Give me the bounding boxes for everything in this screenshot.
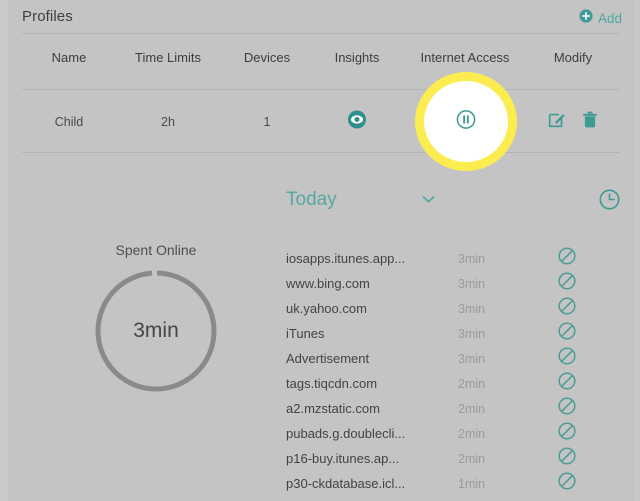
visited-sites-list: iosapps.itunes.app... 3min www.bing.com 3mi… xyxy=(286,246,620,496)
profile-name: Child xyxy=(54,115,84,129)
block-icon xyxy=(558,247,576,270)
site-name: www.bing.com xyxy=(286,276,370,291)
block-site-button[interactable] xyxy=(554,397,580,420)
list-item: www.bing.com 3min xyxy=(286,271,620,296)
column-header-insights: Insights xyxy=(334,50,380,65)
block-site-button[interactable] xyxy=(554,297,580,320)
site-time: 3min xyxy=(458,326,486,341)
page-right-edge xyxy=(634,0,640,501)
site-time: 3min xyxy=(458,351,486,366)
block-site-button[interactable] xyxy=(554,422,580,445)
edit-icon[interactable] xyxy=(548,111,566,133)
plus-circle-icon xyxy=(579,9,593,28)
block-icon xyxy=(558,447,576,470)
site-name: p30-ckdatabase.icl... xyxy=(286,476,406,491)
site-time: 3min xyxy=(458,301,486,316)
table-row: Child 2h 1 xyxy=(22,110,620,136)
site-time: 2min xyxy=(458,376,486,391)
site-time: 2min xyxy=(458,401,486,416)
block-site-button[interactable] xyxy=(554,247,580,270)
page-left-edge xyxy=(0,0,8,501)
block-site-button[interactable] xyxy=(554,347,580,370)
profiles-header: Profiles Add xyxy=(22,8,622,36)
block-icon xyxy=(558,372,576,395)
spent-online-title: Spent Online xyxy=(115,242,197,258)
profiles-table-header: Name Time Limits Devices Insights Intern… xyxy=(22,50,620,72)
list-item: p16-buy.itunes.ap... 2min xyxy=(286,446,620,471)
column-header-devices: Devices xyxy=(243,50,291,65)
pause-internet-button[interactable] xyxy=(456,109,476,134)
block-site-button[interactable] xyxy=(554,372,580,395)
block-site-button[interactable] xyxy=(554,322,580,345)
block-icon xyxy=(558,297,576,320)
site-time: 2min xyxy=(458,451,486,466)
insights-period-bar: Today xyxy=(286,186,620,216)
chevron-down-icon xyxy=(421,191,436,209)
list-item: a2.mzstatic.com 2min xyxy=(286,396,620,421)
list-item: tags.tiqcdn.com 2min xyxy=(286,371,620,396)
block-icon xyxy=(558,347,576,370)
period-dropdown[interactable]: Today xyxy=(286,186,436,214)
pause-icon xyxy=(456,109,476,133)
profile-devices-count: 1 xyxy=(263,115,271,129)
list-item: iosapps.itunes.app... 3min xyxy=(286,246,620,271)
internet-access-highlight xyxy=(424,81,508,162)
column-header-modify: Modify xyxy=(553,50,593,65)
block-site-button[interactable] xyxy=(554,472,580,495)
site-time: 3min xyxy=(458,276,486,291)
list-item: Advertisement 3min xyxy=(286,346,620,371)
spent-online-widget: Spent Online 3min xyxy=(88,242,224,394)
site-name: tags.tiqcdn.com xyxy=(286,376,378,391)
list-item: p30-ckdatabase.icl... 1min xyxy=(286,471,620,496)
parental-controls-page: Profiles Add Name Time Limits Devices In… xyxy=(0,0,640,501)
site-name: a2.mzstatic.com xyxy=(286,401,380,416)
column-header-internet-access: Internet Access xyxy=(420,50,510,65)
column-header-name: Name xyxy=(51,50,87,65)
page-title: Profiles xyxy=(22,8,73,25)
period-label: Today xyxy=(286,189,337,210)
divider-under-title xyxy=(22,33,620,34)
list-item: pubads.g.doublecli... 2min xyxy=(286,421,620,446)
add-profile-button[interactable]: Add xyxy=(579,9,622,28)
spent-online-value: 3min xyxy=(133,319,179,342)
site-time: 3min xyxy=(458,251,486,266)
site-name: iTunes xyxy=(286,326,325,341)
history-button[interactable] xyxy=(599,189,620,215)
block-icon xyxy=(558,322,576,345)
block-icon xyxy=(558,272,576,295)
divider-under-profile-row xyxy=(22,152,620,153)
list-item: iTunes 3min xyxy=(286,321,620,346)
list-item: uk.yahoo.com 3min xyxy=(286,296,620,321)
clock-icon xyxy=(599,189,620,214)
block-icon xyxy=(558,422,576,445)
spent-online-donut: 3min xyxy=(93,268,219,394)
site-name: pubads.g.doublecli... xyxy=(286,426,406,441)
site-name: Advertisement xyxy=(286,351,370,366)
site-name: p16-buy.itunes.ap... xyxy=(286,451,400,466)
delete-icon[interactable] xyxy=(583,111,598,133)
block-site-button[interactable] xyxy=(554,272,580,295)
add-profile-label: Add xyxy=(597,11,622,26)
block-icon xyxy=(558,472,576,495)
site-time: 2min xyxy=(458,426,486,441)
block-icon xyxy=(558,397,576,420)
divider-under-column-headers xyxy=(22,89,620,90)
site-time: 1min xyxy=(458,476,486,491)
site-name: iosapps.itunes.app... xyxy=(286,251,406,266)
site-name: uk.yahoo.com xyxy=(286,301,367,316)
eye-icon xyxy=(348,110,367,134)
column-header-time-limits: Time Limits xyxy=(135,50,201,65)
insights-button[interactable] xyxy=(348,110,367,134)
modify-cell xyxy=(548,111,598,133)
block-site-button[interactable] xyxy=(554,447,580,470)
profile-time-limits: 2h xyxy=(161,115,175,129)
